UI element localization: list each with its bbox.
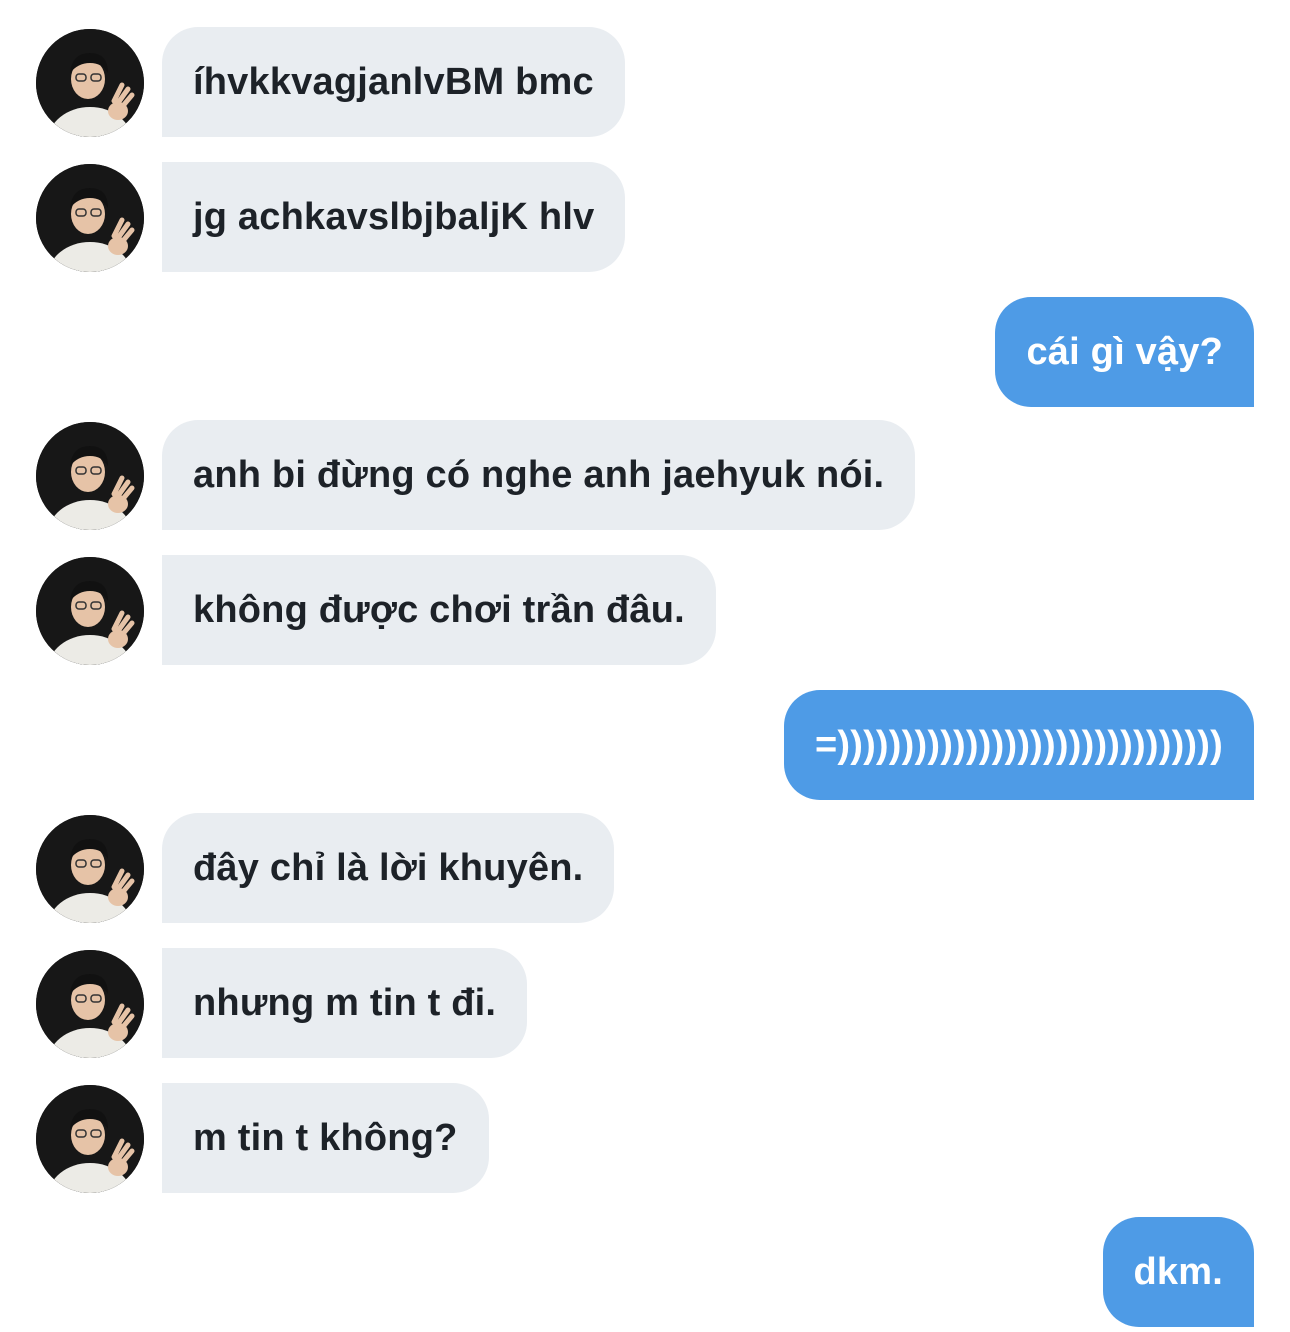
avatar[interactable]: [36, 950, 144, 1058]
incoming-message-bubble[interactable]: jg achkavslbjbaljK hlv: [162, 162, 626, 272]
incoming-message-bubble[interactable]: đây chỉ là lời khuyên.: [162, 813, 615, 923]
incoming-message-bubble[interactable]: m tin t không?: [162, 1083, 489, 1193]
message-row-incoming: jg achkavslbjbaljK hlv: [0, 162, 1290, 272]
message-text: không được chơi trần đâu.: [193, 588, 685, 631]
avatar-photo: [36, 29, 144, 137]
message-text: jg achkavslbjbaljK hlv: [193, 195, 595, 238]
message-row-incoming: m tin t không?: [0, 1083, 1290, 1193]
avatar-photo: [36, 950, 144, 1058]
incoming-message-bubble[interactable]: không được chơi trần đâu.: [162, 555, 716, 665]
message-text: =)))))))))))))))))))))))))))))): [814, 723, 1223, 766]
message-text: m tin t không?: [193, 1116, 458, 1159]
message-row-incoming: không được chơi trần đâu.: [0, 555, 1290, 665]
message-text: anh bi đừng có nghe anh jaehyuk nói.: [193, 453, 885, 496]
message-row-outgoing: dkm.: [0, 1217, 1290, 1327]
avatar[interactable]: [36, 1085, 144, 1193]
message-text: đây chỉ là lời khuyên.: [193, 846, 584, 889]
avatar-photo: [36, 164, 144, 272]
avatar-photo: [36, 557, 144, 665]
outgoing-message-bubble[interactable]: dkm.: [1102, 1217, 1254, 1327]
message-row-outgoing: cái gì vậy?: [0, 297, 1290, 407]
message-text: nhưng m tin t đi.: [193, 981, 497, 1024]
message-row-incoming: anh bi đừng có nghe anh jaehyuk nói.: [0, 420, 1290, 530]
incoming-message-bubble[interactable]: nhưng m tin t đi.: [162, 948, 528, 1058]
outgoing-message-bubble[interactable]: =)))))))))))))))))))))))))))))): [783, 690, 1254, 800]
avatar[interactable]: [36, 29, 144, 137]
incoming-message-bubble[interactable]: íhvkkvagjanlvBM bmc: [162, 27, 625, 137]
avatar[interactable]: [36, 422, 144, 530]
message-row-outgoing: =)))))))))))))))))))))))))))))): [0, 690, 1290, 800]
message-row-incoming: đây chỉ là lời khuyên.: [0, 813, 1290, 923]
avatar[interactable]: [36, 557, 144, 665]
message-row-incoming: íhvkkvagjanlvBM bmc: [0, 27, 1290, 137]
avatar-photo: [36, 1085, 144, 1193]
message-text: cái gì vậy?: [1026, 330, 1223, 373]
avatar-photo: [36, 422, 144, 530]
message-text: íhvkkvagjanlvBM bmc: [193, 60, 594, 103]
outgoing-message-bubble[interactable]: cái gì vậy?: [995, 297, 1254, 407]
avatar[interactable]: [36, 815, 144, 923]
message-row-incoming: nhưng m tin t đi.: [0, 948, 1290, 1058]
message-text: dkm.: [1133, 1250, 1223, 1293]
avatar-photo: [36, 815, 144, 923]
avatar[interactable]: [36, 164, 144, 272]
incoming-message-bubble[interactable]: anh bi đừng có nghe anh jaehyuk nói.: [162, 420, 916, 530]
